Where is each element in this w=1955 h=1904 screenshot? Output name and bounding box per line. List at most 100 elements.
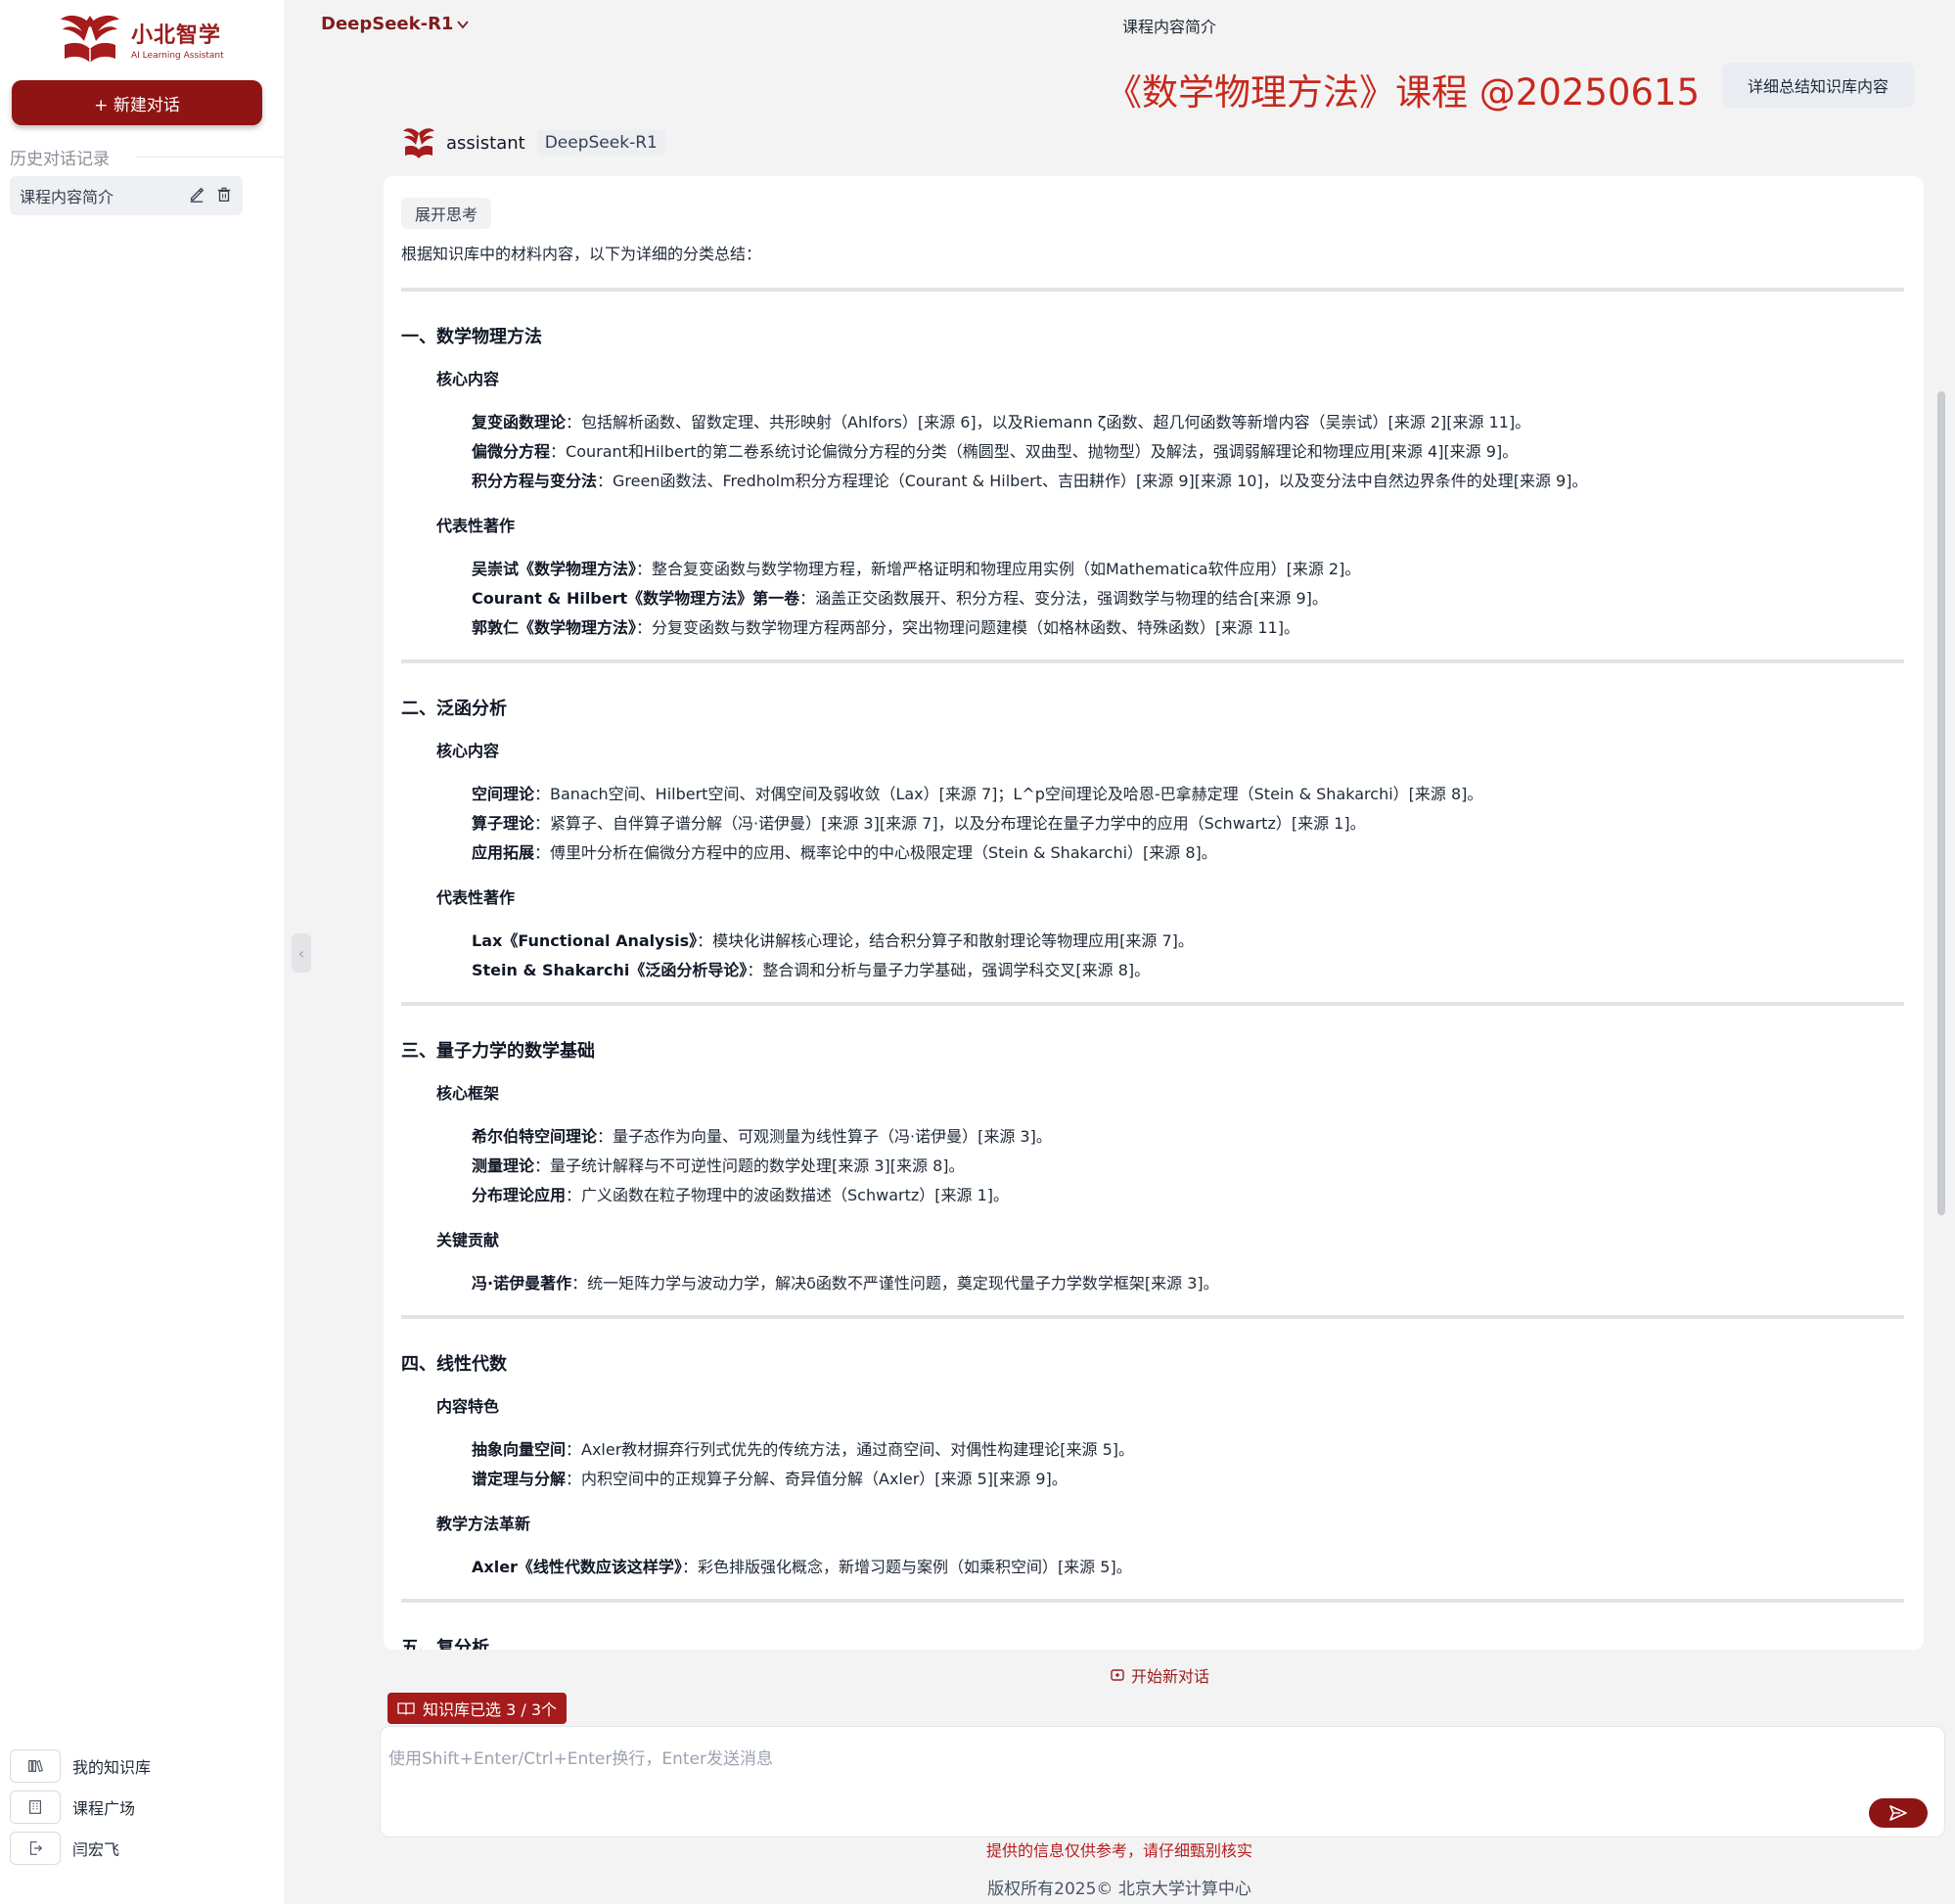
subsection-heading: 核心框架	[436, 1084, 500, 1103]
list-item-term: 空间理论	[472, 785, 535, 803]
list-item: Stein & Shakarchi《泛函分析导论》：整合调和分析与量子力学基础，…	[472, 957, 1150, 980]
section-heading: 四、线性代数	[401, 1354, 507, 1375]
sidebar-bottom-nav: 我的知识库 课程广场 闫宏飞	[10, 1745, 151, 1869]
history-divider	[137, 157, 284, 158]
list-item-text: ：包括解析函数、留数定理、共形映射（Ahlfors）[来源 6]，以及Riema…	[566, 413, 1531, 431]
start-new-conversation-button[interactable]: 开始新对话	[1110, 1663, 1209, 1687]
model-selector-label: DeepSeek-R1	[321, 14, 454, 34]
edit-icon[interactable]	[188, 186, 205, 204]
course-title: 《数学物理方法》课程 @20250615	[1106, 71, 1701, 113]
chevron-left-icon: ‹	[297, 943, 305, 963]
list-item-term: 测量理论	[472, 1156, 535, 1175]
history-label: 历史对话记录	[10, 150, 110, 169]
knowledge-base-selector[interactable]: 知识库已选 3 / 3个	[387, 1693, 568, 1724]
list-item: 积分方程与变分法：Green函数法、Fredholm积分方程理论（Courant…	[472, 468, 1587, 491]
list-item-term: 算子理论	[472, 814, 535, 833]
subsection-heading: 教学方法革新	[436, 1515, 531, 1533]
section-heading: 三、量子力学的数学基础	[401, 1041, 595, 1062]
list-item-text: ：内积空间中的正规算子分解、奇异值分解（Axler）[来源 5][来源 9]。	[566, 1470, 1068, 1488]
list-item-text: ：量子态作为向量、可观测量为线性算子（冯·诺伊曼）[来源 3]。	[597, 1127, 1052, 1146]
logo-book-wings-icon	[61, 15, 119, 63]
list-item: 算子理论：紧算子、自伴算子谱分解（冯·诺伊曼）[来源 3][来源 7]，以及分布…	[472, 810, 1366, 834]
list-item-text: ：傅里叶分析在偏微分方程中的应用、概率论中的中心极限定理（Stein & Sha…	[534, 843, 1217, 862]
list-item-term: 偏微分方程	[472, 442, 551, 461]
divider	[401, 288, 1904, 292]
subsection-heading: 关键贡献	[436, 1231, 500, 1249]
section-heading: 一、数学物理方法	[401, 327, 542, 347]
list-item-term: 分布理论应用	[472, 1186, 567, 1204]
list-item: 空间理论：Banach空间、Hilbert空间、对偶空间及弱收敛（Lax）[来源…	[472, 781, 1482, 804]
section-heading: 五、复分析	[401, 1638, 489, 1650]
history-item-label: 课程内容简介	[20, 188, 114, 206]
send-button[interactable]	[1869, 1798, 1928, 1828]
list-item-text: ：涵盖正交函数展开、积分方程、变分法，强调数学与物理的结合[来源 9]。	[799, 589, 1328, 608]
sidebar-collapse-handle[interactable]: ‹	[292, 933, 311, 973]
list-item: 分布理论应用：广义函数在粒子物理中的波函数描述（Schwartz）[来源 1]。	[472, 1182, 1009, 1205]
list-item: Lax《Functional Analysis》：模块化讲解核心理论，结合积分算…	[472, 928, 1194, 951]
message-intro: 根据知识库中的材料内容，以下为详细的分类总结：	[401, 245, 762, 263]
list-item-term: 应用拓展	[472, 843, 535, 862]
list-item-text: ：Banach空间、Hilbert空间、对偶空间及弱收敛（Lax）[来源 7]；…	[534, 785, 1483, 803]
list-item: Axler《线性代数应该这样学》：彩色排版强化概念，新增习题与案例（如乘积空间）…	[472, 1554, 1132, 1577]
list-item-term: Lax《Functional Analysis》	[472, 931, 698, 950]
message-header: assistant DeepSeek-R1	[401, 125, 665, 160]
history-item[interactable]: 课程内容简介	[10, 176, 243, 215]
new-chat-button[interactable]: + 新建对话	[12, 80, 262, 125]
sidebar-item-user[interactable]: 闫宏飞	[10, 1828, 151, 1869]
list-item: 谱定理与分解：内积空间中的正规算子分解、奇异值分解（Axler）[来源 5][来…	[472, 1466, 1068, 1489]
list-item: 偏微分方程：Courant和Hilbert的第二卷系统讨论偏微分方程的分类（椭圆…	[472, 438, 1518, 462]
list-item: 应用拓展：傅里叶分析在偏微分方程中的应用、概率论中的中心极限定理（Stein &…	[472, 839, 1217, 863]
sidebar-item-my-library[interactable]: 我的知识库	[10, 1745, 151, 1787]
subsection-heading: 代表性著作	[436, 888, 516, 907]
disclaimer: 提供的信息仅供参考，请仔细甄别核实	[985, 1841, 1252, 1860]
divider	[401, 1315, 1904, 1319]
book-open-icon	[397, 1702, 415, 1715]
library-icon	[10, 1749, 61, 1783]
list-item-term: Stein & Shakarchi《泛函分析导论》	[472, 961, 748, 979]
list-item-text: ：模块化讲解核心理论，结合积分算子和散射理论等物理应用[来源 7]。	[697, 931, 1194, 950]
list-item: 抽象向量空间：Axler教材摒弃行列式优先的传统方法，通过商空间、对偶性构建理论…	[472, 1436, 1134, 1460]
list-item-term: 积分方程与变分法	[472, 472, 598, 490]
assistant-model-badge: DeepSeek-R1	[536, 130, 665, 156]
sidebar-item-course-square[interactable]: 课程广场	[10, 1787, 151, 1828]
summarize-knowledge-base-button[interactable]: 详细总结知识库内容	[1722, 63, 1914, 108]
user-name: 闫宏飞	[72, 1840, 120, 1859]
list-item-term: 谱定理与分解	[472, 1470, 567, 1488]
model-selector[interactable]: DeepSeek-R1	[321, 14, 471, 34]
assistant-role: assistant	[446, 132, 525, 154]
divider	[401, 1599, 1904, 1603]
message-input[interactable]	[388, 1745, 1856, 1784]
divider	[401, 659, 1904, 663]
message-input-box	[380, 1726, 1945, 1837]
divider	[401, 1002, 1904, 1006]
assistant-avatar-icon	[403, 128, 434, 159]
subsection-heading: 代表性著作	[436, 517, 516, 535]
list-item-term: 复变函数理论	[472, 413, 567, 431]
new-chat-icon	[1111, 1669, 1124, 1681]
list-item-text: ：Green函数法、Fredholm积分方程理论（Courant & Hilbe…	[597, 472, 1588, 490]
building-icon	[10, 1791, 61, 1824]
list-item-text: ：分复变函数与数学物理方程两部分，突出物理问题建模（如格林函数、特殊函数）[来源…	[636, 618, 1299, 637]
list-item-term: 冯·诺伊曼著作	[472, 1274, 572, 1292]
list-item-text: ：Axler教材摒弃行列式优先的传统方法，通过商空间、对偶性构建理论[来源 5]…	[566, 1440, 1135, 1459]
logout-icon	[10, 1832, 61, 1865]
sidebar-item-label: 我的知识库	[72, 1758, 152, 1777]
logo-subtitle: AI Learning Assistant	[131, 51, 224, 61]
list-item: 吴崇试《数学物理方法》：整合复变函数与数学物理方程，新增严格证明和物理应用实例（…	[472, 556, 1360, 579]
sidebar-item-label: 课程广场	[72, 1799, 136, 1818]
sidebar: 小北智学 AI Learning Assistant + 新建对话 历史对话记录…	[0, 0, 284, 1904]
subsection-heading: 核心内容	[436, 742, 500, 760]
list-item-term: Axler《线性代数应该这样学》	[472, 1558, 682, 1576]
list-item-term: 吴崇试《数学物理方法》	[472, 560, 637, 578]
copyright: 版权所有2025© 北京大学计算中心	[987, 1880, 1251, 1899]
list-item-text: ：紧算子、自伴算子谱分解（冯·诺伊曼）[来源 3][来源 7]，以及分布理论在量…	[534, 814, 1366, 833]
list-item-text: ：Courant和Hilbert的第二卷系统讨论偏微分方程的分类（椭圆型、双曲型…	[550, 442, 1519, 461]
list-item: 冯·诺伊曼著作：统一矩阵力学与波动力学，解决δ函数不严谨性问题，奠定现代量子力学…	[472, 1270, 1219, 1293]
expand-thinking-button[interactable]: 展开思考	[401, 198, 492, 229]
content-scrollbar[interactable]	[1937, 391, 1945, 1215]
section-heading: 二、泛函分析	[401, 699, 507, 719]
start-new-conversation-label: 开始新对话	[1131, 1667, 1210, 1686]
delete-icon[interactable]	[215, 186, 233, 204]
list-item-text: ：整合调和分析与量子力学基础，强调学科交叉[来源 8]。	[747, 961, 1151, 979]
list-item-text: ：整合复变函数与数学物理方程，新增严格证明和物理应用实例（如Mathematic…	[636, 560, 1361, 578]
